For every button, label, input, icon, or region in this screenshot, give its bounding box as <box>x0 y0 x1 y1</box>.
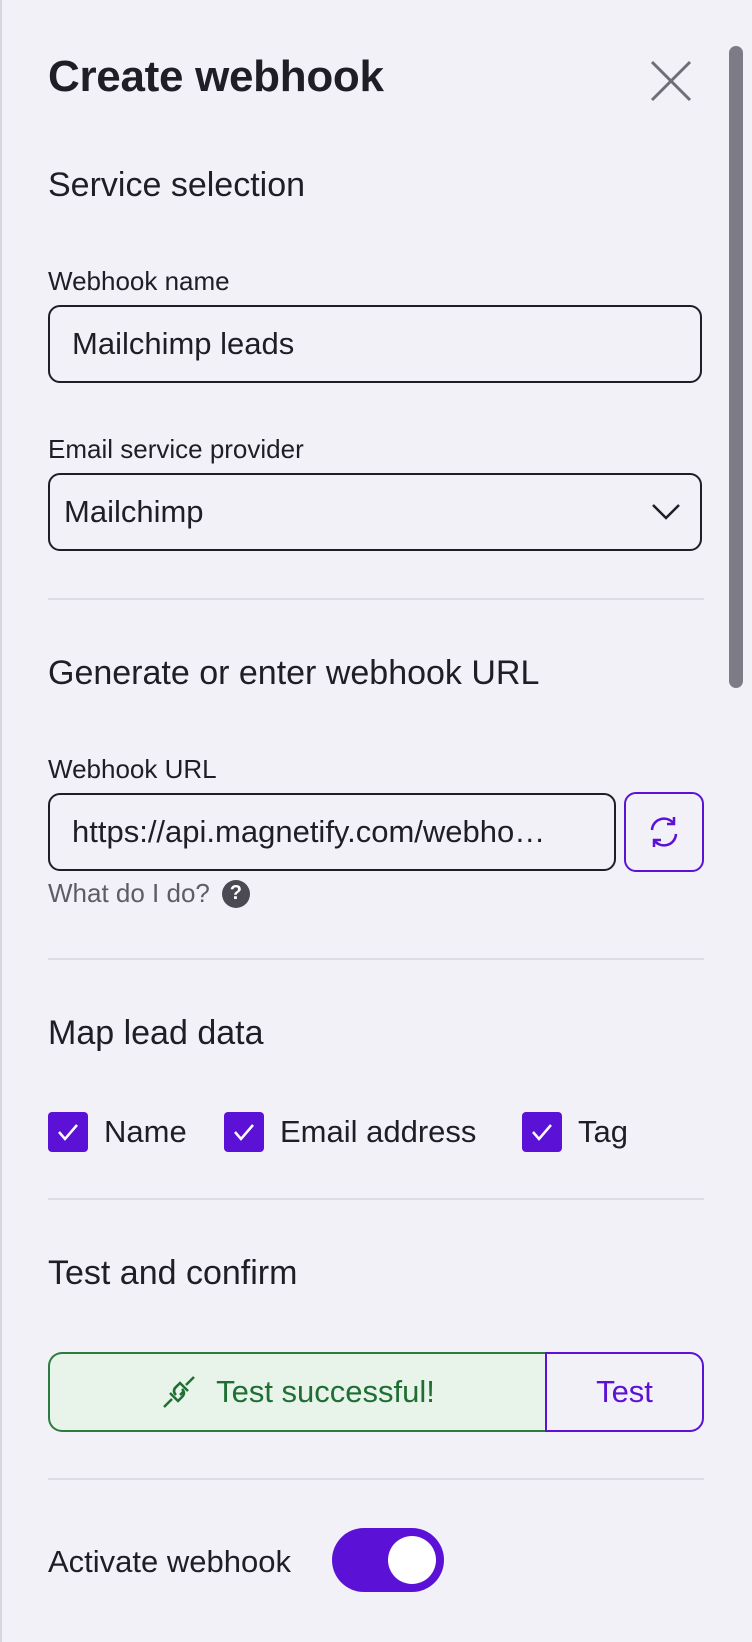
webhook-url-label: Webhook URL <box>48 754 217 784</box>
divider <box>48 598 704 600</box>
checkbox-label: Name <box>104 1114 187 1149</box>
toggle-knob <box>388 1536 436 1584</box>
regenerate-url-button[interactable] <box>624 792 704 872</box>
section-heading-map: Map lead data <box>48 1014 264 1052</box>
webhook-name-label: Webhook name <box>48 266 230 296</box>
provider-select[interactable]: Mailchimp <box>48 473 702 551</box>
webhook-name-input[interactable]: Mailchimp leads <box>48 305 702 383</box>
checkbox-checked-icon[interactable] <box>224 1112 264 1152</box>
refresh-icon <box>650 817 678 847</box>
help-text: What do I do? <box>48 878 210 908</box>
plug-connected-icon <box>163 1376 195 1408</box>
question-icon[interactable]: ? <box>221 879 250 908</box>
test-group: Test successful! Test <box>48 1352 704 1432</box>
section-heading-service: Service selection <box>48 166 306 204</box>
checkbox-checked-icon[interactable] <box>522 1112 562 1152</box>
checkbox-label: Tag <box>578 1114 628 1149</box>
checkbox-tag[interactable]: Tag <box>522 1112 628 1152</box>
help-link[interactable]: What do I do? ? <box>48 878 250 909</box>
activate-label: Activate webhook <box>48 1544 291 1579</box>
divider <box>48 958 704 960</box>
provider-label: Email service provider <box>48 434 304 464</box>
checkbox-name[interactable]: Name <box>48 1112 187 1152</box>
chevron-down-icon <box>652 504 680 520</box>
page-title: Create webhook <box>48 52 384 101</box>
test-button[interactable]: Test <box>545 1352 704 1432</box>
divider <box>48 1478 704 1480</box>
section-heading-test: Test and confirm <box>48 1254 298 1292</box>
close-icon[interactable] <box>646 56 696 106</box>
checkbox-checked-icon[interactable] <box>48 1112 88 1152</box>
create-webhook-panel: Create webhook Service selection Webhook… <box>0 0 752 1642</box>
divider <box>48 1198 704 1200</box>
scrollbar-thumb[interactable] <box>729 46 743 688</box>
test-status-banner: Test successful! <box>48 1352 545 1432</box>
test-status-text: Test successful! <box>216 1374 435 1409</box>
webhook-name-value: Mailchimp leads <box>72 326 295 361</box>
webhook-url-value: https://api.magnetify.com/webho… <box>72 814 546 849</box>
checkbox-email[interactable]: Email address <box>224 1112 476 1152</box>
section-heading-url: Generate or enter webhook URL <box>48 654 540 692</box>
panel-border <box>0 0 2 1642</box>
provider-value: Mailchimp <box>64 494 204 529</box>
webhook-url-input[interactable]: https://api.magnetify.com/webho… <box>48 793 616 871</box>
checkbox-label: Email address <box>280 1114 477 1149</box>
activate-toggle[interactable] <box>332 1528 444 1592</box>
